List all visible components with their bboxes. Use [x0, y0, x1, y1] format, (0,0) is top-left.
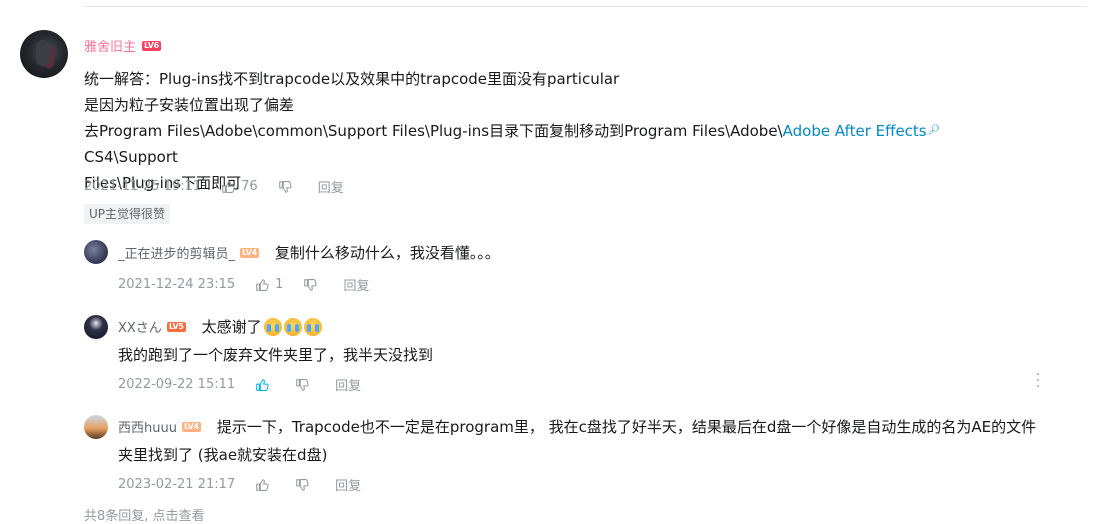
- reply-button[interactable]: 回复: [318, 177, 344, 196]
- reply-header: _正在进步的剪辑员_ LV4 复制什么移动什么，我没看懂。。。: [118, 242, 500, 263]
- thumbs-down-icon: [296, 378, 309, 391]
- level-badge: LV4: [181, 421, 201, 432]
- thumbs-down-icon: [304, 278, 318, 291]
- main-comment-line-1: 统一解答：Plug-ins找不到trapcode以及效果中的trapcode里面…: [84, 70, 620, 88]
- main-comment-user: 雅舍旧主 LV6: [84, 36, 161, 55]
- reply-meta: 2021-12-24 23:15 1 回复: [118, 275, 369, 294]
- main-comment-username[interactable]: 雅舍旧主: [84, 36, 136, 55]
- search-icon[interactable]: 🔎︎: [928, 118, 941, 144]
- reply-text-continued: 我的跑到了一个废弃文件夹里了，我半天没找到: [118, 346, 434, 364]
- main-comment-line-2: 是因为粒子安装位置出现了偏差: [84, 96, 295, 114]
- search-link-adobe-after-effects[interactable]: Adobe After Effects: [783, 122, 927, 140]
- like-button[interactable]: 1: [255, 277, 283, 292]
- reply-username[interactable]: XXさん: [118, 317, 162, 336]
- like-button[interactable]: 76: [221, 179, 258, 194]
- crying-emoji-icon: [263, 317, 282, 336]
- dislike-button[interactable]: [303, 278, 323, 292]
- reply-time: 2021-12-24 23:15: [118, 277, 236, 292]
- thumbs-up-icon: [256, 378, 269, 391]
- reply-username[interactable]: _正在进步的剪辑员_: [118, 243, 235, 262]
- reply-avatar[interactable]: [84, 240, 108, 264]
- thumbs-down-icon: [296, 478, 309, 491]
- dislike-button[interactable]: [295, 378, 315, 392]
- like-button[interactable]: [255, 478, 275, 492]
- reply-text: 提示一下，Trapcode也不一定是在program里， 我在c盘找了好半天，结…: [216, 418, 1037, 436]
- crying-emoji-icon: [303, 317, 322, 336]
- dislike-button[interactable]: [295, 478, 315, 492]
- main-comment-line-3-suffix: CS4\Support: [84, 148, 178, 166]
- reply-text: 复制什么移动什么，我没看懂。。。: [274, 244, 500, 262]
- thumbs-down-icon: [278, 180, 292, 193]
- view-more-replies-link[interactable]: 共8条回复, 点击查看: [84, 505, 205, 524]
- thumbs-up-icon: [222, 180, 235, 193]
- reply-button[interactable]: 回复: [335, 475, 361, 494]
- thumbs-up-icon: [256, 478, 269, 491]
- main-comment-meta: 2021-11-25 19:11 76 回复: [84, 177, 344, 196]
- reply-avatar[interactable]: [84, 315, 108, 339]
- top-divider: [84, 6, 1087, 7]
- level-badge: LV6: [142, 40, 161, 51]
- level-badge: LV5: [166, 321, 186, 332]
- reply-header: 西西huuu LV4 提示一下，Trapcode也不一定是在program里， …: [118, 416, 1036, 437]
- reply-meta: 2022-09-22 15:11 回复: [118, 375, 361, 394]
- reply-meta: 2023-02-21 21:17 回复: [118, 475, 361, 494]
- like-count: 1: [275, 277, 284, 292]
- thumbs-up-icon: [256, 278, 269, 291]
- reply-username[interactable]: 西西huuu: [118, 417, 177, 436]
- level-badge: LV4: [240, 247, 259, 258]
- dislike-button[interactable]: [278, 180, 298, 194]
- main-comment-line-3: 去Program Files\Adobe\common\Support File…: [84, 118, 1044, 170]
- reply-button[interactable]: 回复: [335, 375, 361, 394]
- reply-avatar[interactable]: [84, 415, 108, 439]
- like-button[interactable]: [255, 378, 275, 392]
- comment-time: 2021-11-25 19:11: [84, 179, 202, 194]
- reply-header: XXさん LV5 太感谢了: [118, 316, 322, 337]
- reply-button[interactable]: 回复: [343, 275, 369, 294]
- like-count: 76: [241, 179, 258, 194]
- crying-emoji-icon: [283, 317, 302, 336]
- reply-time: 2022-09-22 15:11: [118, 377, 236, 392]
- reply-text-continued: 夹里找到了 (我ae就安装在d盘): [118, 446, 328, 464]
- main-comment-line-3-prefix: 去Program Files\Adobe\common\Support File…: [84, 122, 783, 140]
- up-liked-badge: UP主觉得很赞: [84, 204, 171, 224]
- reply-text: 太感谢了: [201, 318, 262, 336]
- reply-time: 2023-02-21 21:17: [118, 477, 236, 492]
- more-options-icon[interactable]: · · ·: [1034, 368, 1042, 394]
- main-comment-avatar[interactable]: [20, 30, 68, 78]
